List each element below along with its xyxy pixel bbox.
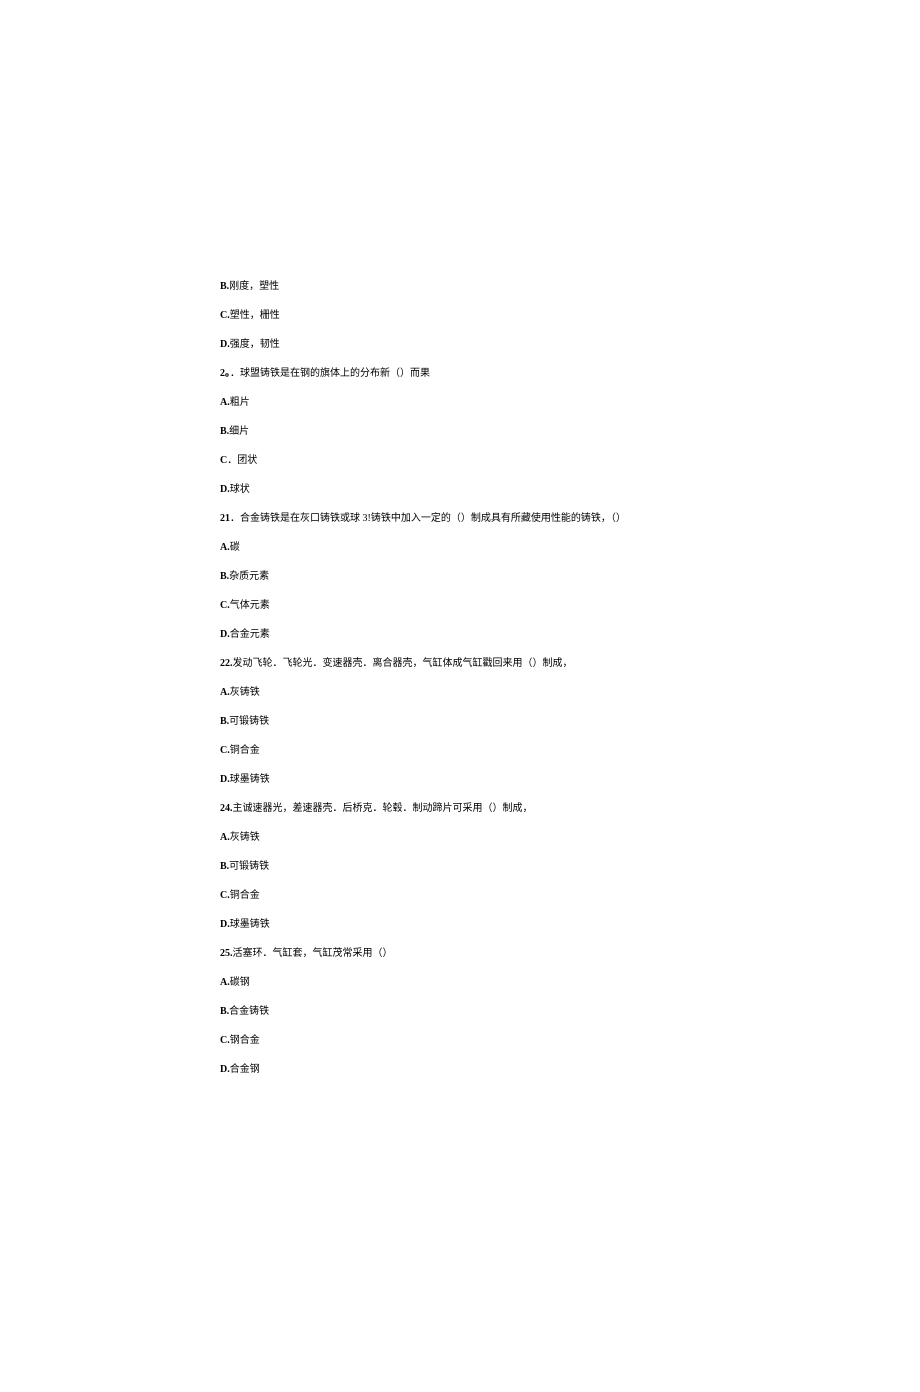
text-line: B.可锻铸铁 bbox=[220, 860, 700, 874]
text-line: B.合金铸铁 bbox=[220, 1005, 700, 1019]
line-prefix: B. bbox=[220, 861, 229, 872]
line-prefix: 25. bbox=[220, 948, 233, 959]
line-prefix: B. bbox=[220, 1006, 229, 1017]
line-text: 刚度，塑性 bbox=[229, 281, 279, 292]
text-line: C.钢合金 bbox=[220, 1034, 700, 1048]
line-prefix: C. bbox=[220, 600, 230, 611]
line-prefix: 2。 bbox=[220, 368, 230, 379]
line-prefix: C. bbox=[220, 1035, 230, 1046]
line-prefix: C. bbox=[220, 310, 230, 321]
text-line: 25.活塞环．气缸套，气缸茂常采用（） bbox=[220, 947, 700, 961]
text-line: 21．合金铸铁是在灰口铸铁或球 3!铸铁中加入一定的（）制成具有所藏使用性能的铸… bbox=[220, 512, 700, 526]
line-prefix: A. bbox=[220, 542, 230, 553]
line-prefix: B. bbox=[220, 571, 229, 582]
text-line: A.灰铸铁 bbox=[220, 686, 700, 700]
text-line: A.粗片 bbox=[220, 396, 700, 410]
text-line: D.球墨铸铁 bbox=[220, 918, 700, 932]
line-prefix: A. bbox=[220, 832, 230, 843]
line-prefix: A. bbox=[220, 977, 230, 988]
text-line: D.球墨铸铁 bbox=[220, 773, 700, 787]
text-line: B.可锻铸铁 bbox=[220, 715, 700, 729]
line-text: 灰铸铁 bbox=[230, 687, 260, 698]
line-text: 杂质元素 bbox=[229, 571, 269, 582]
line-prefix: C. bbox=[220, 890, 230, 901]
line-text: 铜合金 bbox=[230, 745, 260, 756]
line-text: 塑性，栅性 bbox=[230, 310, 280, 321]
line-text: 细片 bbox=[229, 426, 249, 437]
line-text: 合金元素 bbox=[230, 629, 270, 640]
line-prefix: B. bbox=[220, 426, 229, 437]
line-text: 合金铸铁 bbox=[229, 1006, 269, 1017]
line-text: 球状 bbox=[230, 484, 250, 495]
line-prefix: B. bbox=[220, 716, 229, 727]
line-text: 碳 bbox=[230, 542, 240, 553]
text-line: C.塑性，栅性 bbox=[220, 309, 700, 323]
line-prefix: 21 bbox=[220, 513, 230, 524]
line-prefix: D. bbox=[220, 1064, 230, 1075]
document-content: B.刚度，塑性C.塑性，栅性D.强度，韧性2。．球盟铸铁是在钢的旗体上的分布新（… bbox=[220, 280, 700, 1077]
text-line: B.刚度，塑性 bbox=[220, 280, 700, 294]
line-prefix: D. bbox=[220, 629, 230, 640]
line-prefix: C. bbox=[220, 745, 230, 756]
line-text: 粗片 bbox=[230, 397, 250, 408]
line-text: 可锻铸铁 bbox=[229, 716, 269, 727]
line-prefix: B. bbox=[220, 281, 229, 292]
text-line: C.气体元素 bbox=[220, 599, 700, 613]
text-line: A.碳 bbox=[220, 541, 700, 555]
line-prefix: D. bbox=[220, 919, 230, 930]
line-prefix: 22. bbox=[220, 658, 233, 669]
line-text: 球墨铸铁 bbox=[230, 919, 270, 930]
line-text: 钢合金 bbox=[230, 1035, 260, 1046]
line-text: 活塞环．气缸套，气缸茂常采用（） bbox=[233, 948, 393, 959]
line-text: 合金钢 bbox=[230, 1064, 260, 1075]
line-prefix: D. bbox=[220, 339, 230, 350]
line-text: 强度，韧性 bbox=[230, 339, 280, 350]
line-text: 铜合金 bbox=[230, 890, 260, 901]
text-line: B.杂质元素 bbox=[220, 570, 700, 584]
text-line: D.球状 bbox=[220, 483, 700, 497]
line-text: ．球盟铸铁是在钢的旗体上的分布新（）而果 bbox=[230, 368, 430, 379]
text-line: 2。．球盟铸铁是在钢的旗体上的分布新（）而果 bbox=[220, 367, 700, 381]
text-line: C．团状 bbox=[220, 454, 700, 468]
line-text: 碳钢 bbox=[230, 977, 250, 988]
text-line: C.铜合金 bbox=[220, 744, 700, 758]
text-line: 22.发动飞轮．飞轮光．变速器壳．离合器壳，气缸体成气缸戳回来用（）制成， bbox=[220, 657, 700, 671]
text-line: A.碳钢 bbox=[220, 976, 700, 990]
text-line: 24.主诚速器光，差速器壳．后桥克．轮毂．制动蹄片可采用（）制成， bbox=[220, 802, 700, 816]
text-line: D.合金钢 bbox=[220, 1063, 700, 1077]
line-text: 主诚速器光，差速器壳．后桥克．轮毂．制动蹄片可采用（）制成， bbox=[233, 803, 533, 814]
line-prefix: A. bbox=[220, 687, 230, 698]
line-text: 球墨铸铁 bbox=[230, 774, 270, 785]
line-text: 灰铸铁 bbox=[230, 832, 260, 843]
line-text: ．合金铸铁是在灰口铸铁或球 3!铸铁中加入一定的（）制成具有所藏使用性能的铸铁，… bbox=[230, 513, 626, 524]
text-line: D.强度，韧性 bbox=[220, 338, 700, 352]
text-line: D.合金元素 bbox=[220, 628, 700, 642]
text-line: C.铜合金 bbox=[220, 889, 700, 903]
line-text: 气体元素 bbox=[230, 600, 270, 611]
line-text: 发动飞轮．飞轮光．变速器壳．离合器壳，气缸体成气缸戳回来用（）制成， bbox=[233, 658, 573, 669]
line-prefix: D. bbox=[220, 484, 230, 495]
text-line: B.细片 bbox=[220, 425, 700, 439]
line-text: ．团状 bbox=[227, 455, 257, 466]
line-text: 可锻铸铁 bbox=[229, 861, 269, 872]
line-prefix: 24. bbox=[220, 803, 233, 814]
line-prefix: D. bbox=[220, 774, 230, 785]
line-prefix: A. bbox=[220, 397, 230, 408]
text-line: A.灰铸铁 bbox=[220, 831, 700, 845]
